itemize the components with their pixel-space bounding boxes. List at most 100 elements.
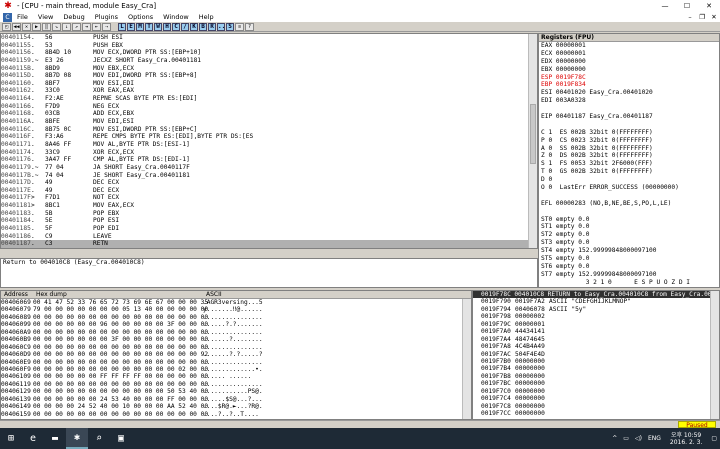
- windows-window-button[interactable]: W: [154, 22, 162, 31]
- menu-help[interactable]: Help: [194, 13, 219, 21]
- run-button[interactable]: ▶: [32, 22, 41, 31]
- dump-row[interactable]: 00406099 00 00 00 00 00 00 96 00 00 00 00…: [1, 321, 471, 328]
- register-line[interactable]: ECX 00000001: [539, 50, 719, 58]
- maximize-button[interactable]: ☐: [676, 2, 698, 10]
- notifications-icon[interactable]: ▢: [708, 435, 720, 442]
- register-line[interactable]: EIP 00401187 Easy_Cra.00401187: [539, 113, 719, 121]
- edge-icon[interactable]: e: [22, 428, 44, 449]
- mdi-restore-button[interactable]: ❐: [696, 13, 708, 21]
- disasm-row[interactable]: 00401156. 8B4D 10 MOV ECX,DWORD PTR SS:[EB…: [1, 49, 537, 57]
- register-line[interactable]: [539, 208, 719, 216]
- volume-icon[interactable]: ◁): [632, 435, 645, 442]
- register-line[interactable]: EFL 00000283 (NO,B,NE,BE,S,PO,L,LE): [539, 200, 719, 208]
- disasm-row[interactable]: 0040117E. 49 DEC ECX: [1, 187, 537, 195]
- dump-row[interactable]: 004060C9 00 00 00 00 00 00 00 00 00 00 00…: [1, 344, 471, 351]
- explorer-icon[interactable]: ▬: [44, 428, 66, 449]
- register-line[interactable]: ST4 empty 152.99999848000097100: [539, 247, 719, 255]
- register-line[interactable]: ESP 0019F78C: [539, 74, 719, 82]
- menu-options[interactable]: Options: [123, 13, 158, 21]
- stack-row[interactable]: 0019F790 0019F7A2 ASCII "CDEFGHIJKLMNOP": [473, 298, 719, 305]
- disasm-row[interactable]: 0040116A. 8BFE MOV EDI,ESI: [1, 118, 537, 126]
- handles-window-button[interactable]: H: [163, 22, 171, 31]
- register-line[interactable]: S 1 FS 0053 32bit 2F6000(FFF): [539, 160, 719, 168]
- stack-row[interactable]: 0019F7CC 00000000: [473, 410, 719, 417]
- disasm-row[interactable]: 00401186. C9 LEAVE: [1, 233, 537, 241]
- close-button[interactable]: ✕: [698, 2, 720, 10]
- disasm-row[interactable]: 00401188$55PUSH EBP: [1, 248, 537, 249]
- stack-row[interactable]: 0019F798 00000002: [473, 313, 719, 320]
- registers-header[interactable]: Registers (FPU): [539, 34, 719, 42]
- register-line[interactable]: Z 0 DS 002B 32bit 0(FFFFFFFF): [539, 152, 719, 160]
- dump-scrollbar[interactable]: [462, 299, 471, 419]
- menu-window[interactable]: Window: [158, 13, 194, 21]
- register-line[interactable]: [539, 121, 719, 129]
- log-window-button[interactable]: L: [118, 22, 126, 31]
- register-line[interactable]: O 0 LastErr ERROR_SUCCESS (00000000): [539, 184, 719, 192]
- register-line[interactable]: ST7 empty 152.99999848000097100: [539, 271, 719, 279]
- disasm-row[interactable]: 0040115D. 8B7D 08 MOV EDI,DWORD PTR SS:[EB…: [1, 72, 537, 80]
- disasm-row[interactable]: 00401168. 03CB ADD ECX,EBX: [1, 110, 537, 118]
- register-line[interactable]: EBX 00000000: [539, 66, 719, 74]
- pause-button[interactable]: ‖: [42, 22, 51, 31]
- register-line[interactable]: ST1 empty 0.0: [539, 223, 719, 231]
- stack-row[interactable]: 0019F7B0 00000000: [473, 358, 719, 365]
- language-indicator[interactable]: ENG: [645, 435, 664, 442]
- references-window-button[interactable]: R: [208, 22, 216, 31]
- register-line[interactable]: EAX 00000001: [539, 42, 719, 50]
- modules-window-button[interactable]: E: [127, 22, 135, 31]
- register-line[interactable]: ST2 empty 0.0: [539, 231, 719, 239]
- ollydbg-icon[interactable]: ✱: [66, 428, 88, 449]
- list-view-icon[interactable]: ≡: [235, 22, 244, 31]
- register-line[interactable]: FST 4020 Cond 1 0 0 0 Err 0 0 1 0 0 0 0 …: [539, 287, 719, 288]
- scrollbar-thumb[interactable]: [530, 104, 536, 164]
- register-line[interactable]: 3 2 1 0 E S P U O Z D I: [539, 279, 719, 287]
- register-line[interactable]: D 0: [539, 176, 719, 184]
- register-line[interactable]: C 1 ES 002B 32bit 0(FFFFFFFF): [539, 129, 719, 137]
- dump-pane[interactable]: Address Hex dump ASCII 00406069 00 41 47 …: [0, 290, 472, 420]
- magnifier-icon[interactable]: ⌕: [88, 428, 110, 449]
- dump-row[interactable]: 00406129 00 00 00 00 00 00 00 00 00 00 00…: [1, 388, 471, 395]
- clock[interactable]: 오후 10:59 2016. 2. 3.: [664, 432, 708, 446]
- disasm-row[interactable]: 00401176. 3A47 FF CMP AL,BYTE PTR DS:[EDI-…: [1, 156, 537, 164]
- stack-scrollbar[interactable]: [710, 291, 719, 419]
- menu-file[interactable]: File: [12, 13, 33, 21]
- dump-row[interactable]: 004060A9 00 00 00 00 00 00 00 00 00 00 00…: [1, 329, 471, 336]
- disasm-row[interactable]: 0040117D. 49 DEC ECX: [1, 179, 537, 187]
- dump-row[interactable]: 004060B9 00 00 00 00 00 00 00 3F 00 00 00…: [1, 336, 471, 343]
- stack-row[interactable]: 0019F7C0 00000000: [473, 388, 719, 395]
- register-line[interactable]: ST5 empty 0.0: [539, 255, 719, 263]
- dump-row[interactable]: 004060D9 00 00 00 00 00 00 00 00 00 00 00…: [1, 351, 471, 358]
- disasm-row[interactable]: 00401162. 33C0 XOR EAX,EAX: [1, 87, 537, 95]
- disasm-row[interactable]: 00401171. 8A46 FF MOV AL,BYTE PTR DS:[ESI-…: [1, 141, 537, 149]
- disasm-row[interactable]: 00401164. F2:AE REPNE SCAS BYTE PTR ES:[ED…: [1, 95, 537, 103]
- disasm-row[interactable]: 00401183. 5B POP EBX: [1, 210, 537, 218]
- dump-row[interactable]: 00406119 00 00 00 00 00 00 00 00 00 00 00…: [1, 381, 471, 388]
- stack-row[interactable]: 0019F7A0 44434141: [473, 328, 719, 335]
- disasm-row[interactable]: 0040117F > F7D1 NOT ECX: [1, 194, 537, 202]
- dump-col-hex[interactable]: Hex dump: [33, 291, 203, 298]
- cpu-window-button[interactable]: C: [172, 22, 180, 31]
- register-line[interactable]: P 0 CS 0023 32bit 0(FFFFFFFF): [539, 137, 719, 145]
- disasm-row[interactable]: 0040116F. F3:A6 REPE CMPS BYTE PTR ES:[EDI…: [1, 133, 537, 141]
- register-line[interactable]: EDX 00000000: [539, 58, 719, 66]
- register-line[interactable]: ST6 empty 0.0: [539, 263, 719, 271]
- stack-row[interactable]: 0019F7AC 504F4E4D: [473, 351, 719, 358]
- stack-row[interactable]: 0019F78C 004010C8 RETURN to Easy_Cra.00401…: [473, 291, 719, 299]
- stack-row[interactable]: 0019F794 00406078 ASCII "5y": [473, 306, 719, 313]
- disasm-row[interactable]: 00401179 .~ 77 04 JA SHORT Easy_Cra.0040117…: [1, 164, 537, 172]
- dump-row[interactable]: 00406149 00 00 00 00 24 52 40 00 10 00 00…: [1, 403, 471, 410]
- disasm-row[interactable]: 00401185. 5F POP EDI: [1, 225, 537, 233]
- dump-row[interactable]: 00406079 79 00 00 00 00 00 00 00 05 13 40…: [1, 306, 471, 313]
- dump-row[interactable]: 004060E9 00 00 00 00 00 00 00 00 00 00 00…: [1, 359, 471, 366]
- dump-col-address[interactable]: Address: [1, 291, 33, 298]
- close-debuggee-button[interactable]: ✕: [22, 22, 31, 31]
- stack-row[interactable]: 0019F7BC 00000000: [473, 380, 719, 387]
- step-over-button[interactable]: ↓: [62, 22, 71, 31]
- stack-pane[interactable]: 0019F78C 004010C8 RETURN to Easy_Cra.00401…: [472, 290, 720, 420]
- stack-row[interactable]: 0019F7A4 48474645: [473, 336, 719, 343]
- start-icon[interactable]: ⊞: [0, 428, 22, 449]
- register-line[interactable]: ST3 empty 0.0: [539, 239, 719, 247]
- menu-plugins[interactable]: Plugins: [90, 13, 123, 21]
- menu-view[interactable]: View: [33, 13, 58, 21]
- stack-row[interactable]: 0019F7A8 4C4B4A49: [473, 343, 719, 350]
